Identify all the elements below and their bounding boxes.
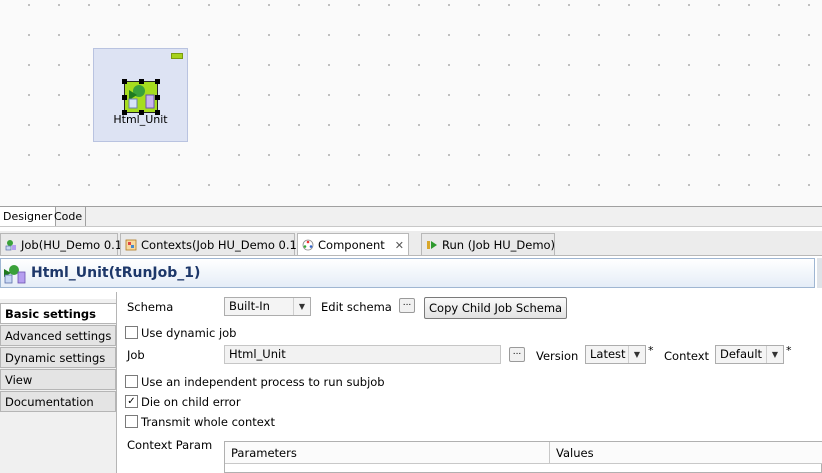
column-header-parameters[interactable]: Parameters [225,442,550,464]
contexts-icon [125,239,137,251]
tab-job[interactable]: Job(HU_Demo 0.1) [0,233,127,255]
chevron-down-icon: ▼ [766,346,783,363]
context-value: Default [720,347,763,361]
version-select[interactable]: Latest ▼ [585,345,646,364]
component-icon [302,239,314,251]
version-label: Version [536,349,579,363]
chevron-down-icon: ▼ [293,298,310,315]
panel-edge [817,258,822,288]
tab-component-label: Component [318,238,385,252]
independent-process-label: Use an independent process to run subjob [141,375,385,389]
component-title: Html_Unit(tRunJob_1) [31,265,201,281]
editor-tab-bar: Job(HU_Demo 0.1) Contexts(Job HU_Demo 0.… [0,231,822,256]
trunjob-icon[interactable] [122,79,160,115]
schema-label: Schema [127,300,174,314]
designer-canvas[interactable]: Html_Unit [0,0,822,206]
required-mark: * [786,344,792,357]
side-tab-view[interactable]: View [0,369,116,390]
job-label: Job [127,348,145,362]
independent-process-checkbox[interactable] [125,375,138,388]
job-browse-button[interactable]: ... [509,347,525,362]
side-tab-documentation[interactable]: Documentation [0,391,116,412]
tab-component[interactable]: Component ✕ [297,233,409,255]
context-param-table[interactable]: Parameters Values [224,441,822,473]
tab-designer[interactable]: Designer [0,207,57,226]
use-dynamic-job-checkbox[interactable] [125,326,138,339]
trunjob-title-icon [4,265,26,284]
component-title-bar: Html_Unit(tRunJob_1) [0,258,815,288]
side-tab-dynamic-settings[interactable]: Dynamic settings [0,347,116,368]
component-node-label: Html_Unit [113,113,168,126]
context-label: Context [664,349,710,363]
copy-child-job-schema-button[interactable]: Copy Child Job Schema [424,297,568,319]
required-mark: * [648,344,654,357]
version-value: Latest [590,347,626,361]
schema-value: Built-In [229,299,270,313]
run-icon [427,241,437,249]
close-icon[interactable]: ✕ [395,239,404,252]
side-tab-advanced-settings[interactable]: Advanced settings [0,325,116,346]
tab-contexts-label: Contexts(Job HU_Demo 0.1) [141,238,302,252]
edit-schema-label: Edit schema [321,300,392,314]
node-status-flag [171,53,183,59]
context-select[interactable]: Default ▼ [715,345,784,364]
tab-contexts[interactable]: Contexts(Job HU_Demo 0.1) [120,233,301,255]
schema-select[interactable]: Built-In ▼ [224,297,311,316]
tab-run[interactable]: Run (Job HU_Demo) [421,233,555,255]
transmit-whole-context-checkbox[interactable] [125,415,138,428]
component-node[interactable]: Html_Unit [93,48,188,142]
edit-schema-button[interactable]: ... [399,298,415,313]
die-on-child-error-label: Die on child error [141,395,241,409]
tab-job-label: Job(HU_Demo 0.1) [21,238,127,252]
job-field[interactable]: Html_Unit [224,345,501,364]
tab-run-label: Run (Job HU_Demo) [442,238,556,252]
tab-code[interactable]: Code [51,207,87,226]
designer-code-tabs: Designer Code [0,206,822,227]
die-on-child-error-checkbox[interactable]: ✓ [125,395,138,408]
use-dynamic-job-label: Use dynamic job [141,326,237,340]
side-tab-basic-settings[interactable]: Basic settings [0,303,116,324]
transmit-whole-context-label: Transmit whole context [141,415,275,429]
context-param-label: Context Param [127,438,213,452]
settings-side-tabs: Basic settings Advanced settings Dynamic… [0,299,116,473]
column-header-values[interactable]: Values [550,442,822,464]
chevron-down-icon: ▼ [628,346,645,363]
job-icon [5,240,16,251]
